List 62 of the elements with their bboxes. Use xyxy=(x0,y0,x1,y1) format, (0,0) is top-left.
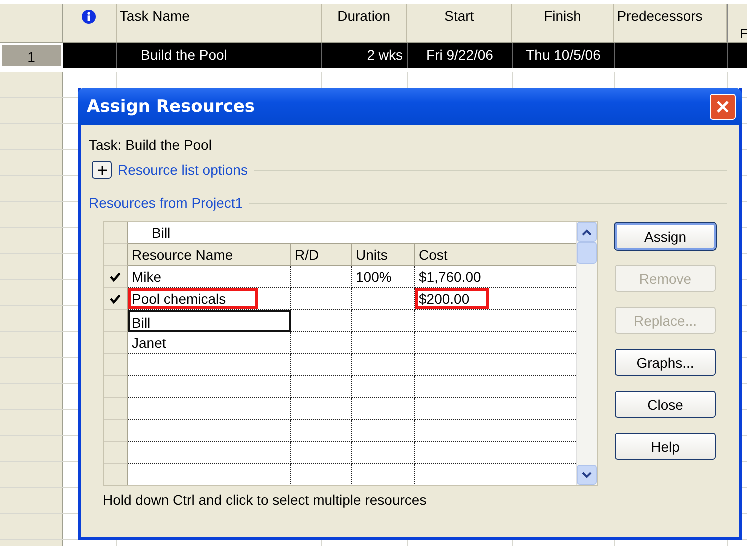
resource-row[interactable]: Janet xyxy=(104,332,576,354)
row-header xyxy=(0,462,63,487)
chevron-up-icon xyxy=(582,228,592,236)
row-header xyxy=(0,228,63,253)
scroll-down-button[interactable] xyxy=(577,465,597,485)
group-label: Resources from Project1 xyxy=(89,195,244,211)
table-cell[interactable]: Bill xyxy=(128,310,291,332)
close-icon xyxy=(716,100,730,114)
window-title: Assign Resources xyxy=(87,96,256,116)
row-header xyxy=(104,442,128,464)
table-cell: 2 wks xyxy=(322,43,408,68)
row-header xyxy=(104,354,128,376)
column-header: Task Name xyxy=(116,4,322,42)
dialog-button[interactable]: Help xyxy=(615,433,716,460)
table-cell[interactable]: Pool chemicals xyxy=(128,288,291,310)
resource-row[interactable]: Pool chemicals $200.00 xyxy=(104,288,576,310)
row-header xyxy=(104,420,128,442)
options-label[interactable]: Resource list options xyxy=(118,162,248,178)
row-header xyxy=(104,310,128,332)
row-header xyxy=(0,410,63,435)
column-header: Predecessors xyxy=(614,4,728,42)
resource-row[interactable]: Bill xyxy=(104,310,576,332)
plus-icon xyxy=(98,166,106,174)
row-header xyxy=(0,436,63,461)
scroll-up-button[interactable] xyxy=(577,222,597,242)
row-header xyxy=(104,398,128,420)
row-header xyxy=(104,464,128,485)
row-header xyxy=(0,488,63,513)
chevron-down-icon xyxy=(582,472,592,478)
row-header xyxy=(0,176,63,201)
row-header xyxy=(0,72,63,97)
table-cell: Build the Pool xyxy=(117,43,322,68)
dialog-button[interactable]: Assign xyxy=(615,223,716,250)
row-header xyxy=(0,98,63,123)
close-button[interactable] xyxy=(710,94,736,120)
scroll-thumb[interactable] xyxy=(577,242,597,264)
row-header xyxy=(0,124,63,149)
row-header xyxy=(104,376,128,398)
column-header: Finish xyxy=(512,4,614,42)
row-header xyxy=(104,332,128,354)
expand-button[interactable] xyxy=(92,161,112,179)
info-icon xyxy=(82,10,96,24)
table-cell: Fri 9/22/06 xyxy=(408,43,513,68)
scrollbar[interactable] xyxy=(576,222,597,485)
table-cell: Thu 10/5/06 xyxy=(513,43,615,68)
row-header xyxy=(0,384,63,409)
task-label: Task: Build the Pool xyxy=(89,137,213,155)
column-header: Duration xyxy=(322,4,408,42)
dialog-button[interactable]: Close xyxy=(615,391,716,418)
row-header xyxy=(104,222,128,244)
row-header xyxy=(0,202,63,227)
row-number: 1 xyxy=(0,43,63,68)
row-header xyxy=(0,306,63,331)
row-header xyxy=(0,332,63,357)
row-header xyxy=(0,280,63,305)
dialog-button[interactable]: Graphs... xyxy=(615,349,716,376)
row-header xyxy=(0,150,63,175)
hint-text: Hold down Ctrl and click to select multiple resources xyxy=(103,492,428,508)
row-header xyxy=(0,358,63,383)
row-header xyxy=(0,254,63,279)
resource-row[interactable]: Mike 100% $1,760.00 xyxy=(104,266,576,288)
column-header: Start xyxy=(407,4,512,42)
